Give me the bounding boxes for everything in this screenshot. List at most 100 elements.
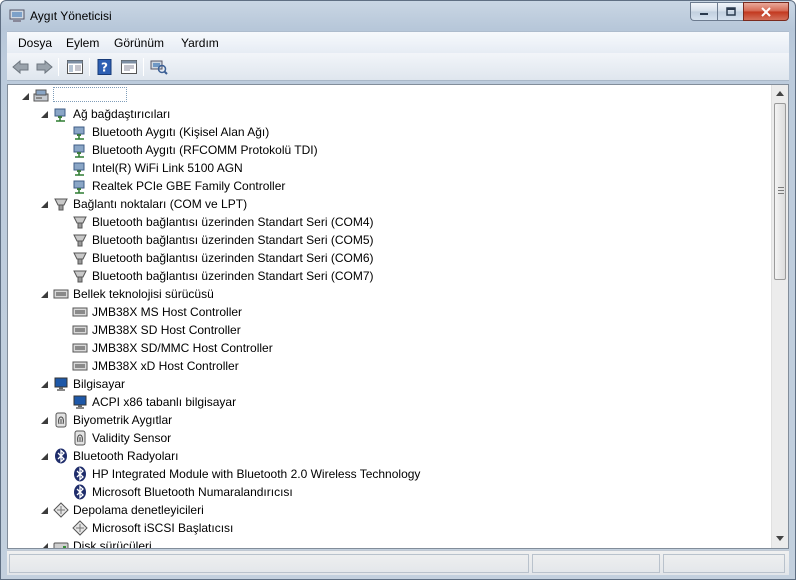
category-ports[interactable]: Bağlantı noktaları (COM ve LPT) [40, 195, 247, 213]
device-item[interactable]: Bluetooth bağlantısı üzerinden Standart … [72, 249, 373, 267]
device-item[interactable]: Bluetooth bağlantısı üzerinden Standart … [72, 213, 373, 231]
device-label: Bluetooth bağlantısı üzerinden Standart … [92, 269, 374, 283]
monitor-computer-icon [54, 377, 68, 391]
storage-controller-icon [53, 502, 69, 518]
close-button[interactable] [743, 2, 789, 21]
category-memory-technology[interactable]: Bellek teknolojisi sürücüsü [40, 285, 214, 303]
close-icon [761, 6, 771, 17]
forward-icon [36, 60, 53, 74]
memory-controller-icon [53, 289, 69, 299]
properties-icon [121, 60, 137, 74]
device-label: JMB38X xD Host Controller [92, 359, 239, 373]
scan-hardware-changes-button[interactable] [149, 58, 169, 76]
collapse-arrow-icon[interactable] [40, 380, 49, 389]
scroll-thumb[interactable] [774, 103, 786, 280]
back-button[interactable] [11, 58, 31, 76]
category-label: Bağlantı noktaları (COM ve LPT) [73, 197, 248, 211]
device-item[interactable]: Microsoft Bluetooth Numaralandırıcısı [72, 483, 293, 501]
device-item[interactable]: JMB38X SD/MMC Host Controller [72, 339, 273, 357]
category-disk-drives[interactable]: Disk sürücüleri [40, 537, 152, 550]
minimize-button[interactable] [690, 2, 717, 21]
category-label: Bilgisayar [73, 377, 126, 391]
category-label: Ağ bağdaştırıcıları [73, 107, 171, 121]
show-hide-console-tree-icon [67, 60, 83, 74]
category-bluetooth-radios[interactable]: Bluetooth Radyoları [40, 447, 178, 465]
device-item[interactable]: Bluetooth Aygıtı (RFCOMM Protokolü TDI) [72, 141, 318, 159]
category-network-adapters[interactable]: Ağ bağdaştırıcıları [40, 105, 170, 123]
device-manager-icon [9, 9, 25, 22]
device-tree[interactable]: Ağ bağdaştırıcıları Bluetooth Aygıtı (Ki… [8, 85, 773, 548]
network-adapter-icon [54, 108, 66, 122]
category-label: Bellek teknolojisi sürücüsü [73, 287, 214, 301]
minimize-icon [700, 12, 708, 15]
device-item[interactable]: JMB38X xD Host Controller [72, 357, 239, 375]
device-label: Microsoft iSCSI Başlatıcısı [92, 521, 234, 535]
show-hide-console-tree-button[interactable] [65, 58, 85, 76]
menu-bar: Dosya Eylem Görünüm Yardım [7, 31, 789, 53]
network-adapter-icon [73, 162, 85, 176]
menu-help[interactable]: Yardım [181, 36, 219, 50]
toolbar-separator [89, 58, 90, 76]
root-name-box[interactable] [53, 87, 127, 102]
vertical-scrollbar[interactable] [771, 85, 788, 548]
toolbar-separator [143, 58, 144, 76]
collapse-arrow-icon[interactable] [40, 290, 49, 299]
scroll-up-icon [776, 91, 784, 96]
device-item[interactable]: Bluetooth Aygıtı (Kişisel Alan Ağı) [72, 123, 269, 141]
device-item[interactable]: JMB38X MS Host Controller [72, 303, 242, 321]
collapse-arrow-icon[interactable] [40, 200, 49, 209]
port-icon [54, 198, 68, 211]
maximize-button[interactable] [717, 2, 743, 21]
category-computer[interactable]: Bilgisayar [40, 375, 125, 393]
device-item[interactable]: HP Integrated Module with Bluetooth 2.0 … [72, 465, 420, 483]
device-item[interactable]: Microsoft iSCSI Başlatıcısı [72, 519, 233, 537]
category-label: Bluetooth Radyoları [73, 449, 179, 463]
memory-controller-icon [72, 325, 88, 335]
status-pane-tertiary [663, 554, 785, 573]
device-label: Bluetooth bağlantısı üzerinden Standart … [92, 251, 374, 265]
memory-controller-icon [72, 343, 88, 353]
collapse-arrow-icon[interactable] [40, 506, 49, 515]
device-item[interactable]: JMB38X SD Host Controller [72, 321, 241, 339]
category-storage-controllers[interactable]: Depolama denetleyicileri [40, 501, 204, 519]
device-manager-window: Aygıt Yöneticisi Dosya Eylem Görünüm Yar… [0, 0, 796, 580]
status-pane-secondary [532, 554, 660, 573]
collapse-arrow-icon[interactable] [40, 452, 49, 461]
menu-file[interactable]: Dosya [18, 36, 52, 50]
menu-action[interactable]: Eylem [66, 36, 99, 50]
device-item[interactable]: Validity Sensor [72, 429, 171, 447]
help-button[interactable]: ? [95, 58, 115, 76]
device-label: JMB38X SD Host Controller [92, 323, 241, 337]
collapse-arrow-icon[interactable] [40, 110, 49, 119]
port-icon [73, 216, 87, 229]
category-label: Depolama denetleyicileri [73, 503, 204, 517]
tree-root[interactable] [21, 87, 53, 105]
device-item[interactable]: Realtek PCIe GBE Family Controller [72, 177, 285, 195]
bluetooth-icon [74, 466, 86, 482]
scroll-up-button[interactable] [772, 85, 788, 102]
computer-icon [33, 89, 49, 102]
collapse-arrow-icon[interactable] [21, 92, 30, 101]
bluetooth-icon [55, 448, 67, 464]
network-adapter-icon [73, 144, 85, 158]
device-item[interactable]: Bluetooth bağlantısı üzerinden Standart … [72, 231, 373, 249]
fingerprint-icon [74, 430, 86, 446]
window-title: Aygıt Yöneticisi [30, 9, 112, 23]
device-item[interactable]: ACPI x86 tabanlı bilgisayar [72, 393, 236, 411]
menu-view[interactable]: Görünüm [114, 36, 164, 50]
disk-drive-icon [53, 542, 69, 548]
device-item[interactable]: Intel(R) WiFi Link 5100 AGN [72, 159, 243, 177]
toolbar-separator [58, 58, 59, 76]
collapse-arrow-icon[interactable] [40, 542, 49, 550]
category-biometric[interactable]: Biyometrik Aygıtlar [40, 411, 172, 429]
svg-text:?: ? [101, 61, 108, 75]
forward-button[interactable] [34, 58, 54, 76]
device-item[interactable]: Bluetooth bağlantısı üzerinden Standart … [72, 267, 373, 285]
title-bar[interactable]: Aygıt Yöneticisi [1, 1, 795, 31]
device-label: Bluetooth Aygıtı (RFCOMM Protokolü TDI) [92, 143, 318, 157]
collapse-arrow-icon[interactable] [40, 416, 49, 425]
thumb-grip [778, 190, 784, 191]
scroll-down-button[interactable] [772, 530, 788, 547]
device-label: Bluetooth Aygıtı (Kişisel Alan Ağı) [92, 125, 270, 139]
properties-button[interactable] [119, 58, 139, 76]
